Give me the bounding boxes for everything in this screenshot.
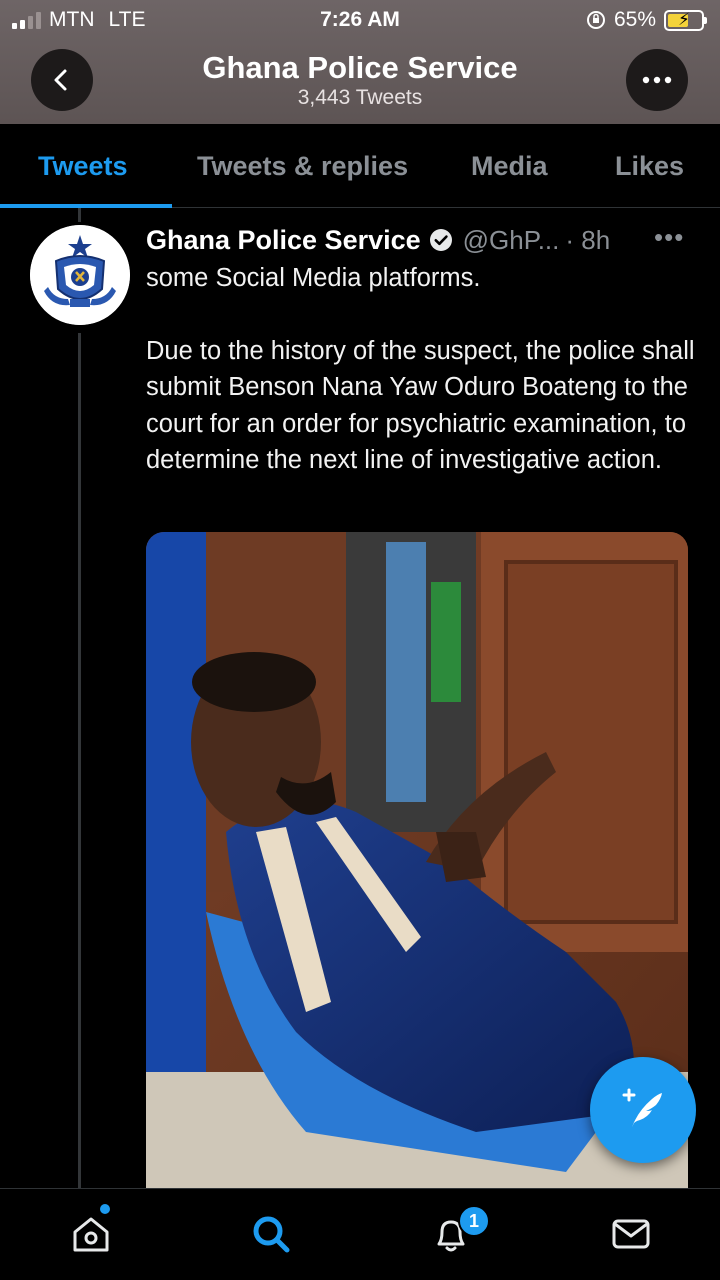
compose-feather-icon	[622, 1088, 662, 1127]
nav-messages[interactable]	[606, 1209, 656, 1259]
status-bar: MTN LTE 7:26 AM 65% ⚡	[0, 0, 720, 40]
tweet-body: some Social Media platforms. Due to the …	[146, 260, 706, 479]
tweet-author-handle[interactable]: @GhP...	[463, 225, 560, 256]
tab-media[interactable]: Media	[471, 151, 548, 182]
profile-name-title: Ghana Police Service	[202, 50, 518, 85]
tab-likes[interactable]: Likes	[615, 151, 684, 182]
tweet-header: Ghana Police Service @GhP... · 8h	[146, 222, 702, 258]
profile-header: MTN LTE 7:26 AM 65% ⚡ Ghana Police Servi…	[0, 0, 720, 124]
orientation-lock-icon	[586, 11, 605, 29]
battery-icon: ⚡	[664, 9, 707, 31]
tweet-more-button[interactable]: •••	[654, 222, 684, 253]
notification-count-badge: 1	[458, 1205, 490, 1237]
more-horizontal-icon	[642, 76, 672, 84]
tweet-count: 3,443 Tweets	[297, 86, 423, 109]
police-badge-logo	[30, 225, 130, 325]
home-icon	[73, 1217, 109, 1252]
battery-percent: 65%	[613, 8, 656, 31]
verified-badge-icon	[429, 229, 452, 251]
tweet-author-name[interactable]: Ghana Police Service	[146, 225, 421, 256]
profile-tabs: Tweets Tweets & replies Media Likes	[0, 124, 720, 208]
active-tab-indicator	[0, 204, 172, 208]
status-right: 65% ⚡	[586, 8, 707, 32]
tweet-paragraph: some Social Media platforms.	[146, 264, 481, 292]
tweet-timestamp: · 8h	[565, 224, 611, 255]
nav-home[interactable]	[66, 1209, 116, 1259]
thread-line	[78, 333, 81, 1193]
tab-tweets[interactable]: Tweets	[38, 151, 128, 182]
avatar[interactable]	[30, 225, 130, 325]
nav-search[interactable]	[246, 1209, 296, 1259]
search-icon	[253, 1216, 290, 1253]
bottom-tab-bar	[0, 1188, 720, 1280]
compose-tweet-button[interactable]	[590, 1057, 696, 1163]
home-unread-dot	[100, 1204, 110, 1214]
thread-line	[78, 208, 81, 222]
more-options-button[interactable]	[626, 49, 688, 111]
tab-tweets-and-replies[interactable]: Tweets & replies	[197, 151, 408, 182]
tweet-paragraph: Due to the history of the suspect, the p…	[146, 336, 695, 475]
messages-icon	[612, 1219, 650, 1249]
